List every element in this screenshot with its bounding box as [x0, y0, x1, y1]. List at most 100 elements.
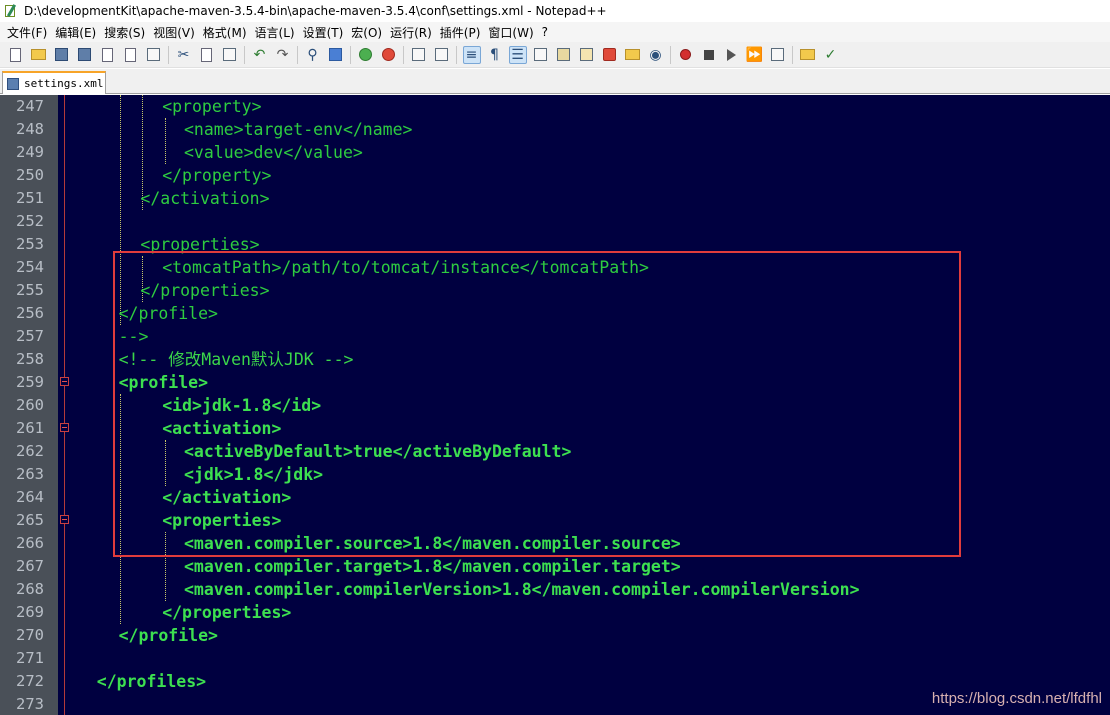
line-number: 253: [16, 235, 44, 253]
word-wrap-button[interactable]: ≡: [462, 45, 481, 64]
menu-macro[interactable]: 宏(O): [347, 24, 386, 41]
macro-record-button[interactable]: [677, 46, 695, 64]
line-number: 270: [16, 626, 44, 644]
macro-run-multiple-button[interactable]: ⏩: [746, 46, 764, 64]
find-button[interactable]: ⚲: [304, 46, 322, 64]
indent-guide-button[interactable]: ☰: [508, 45, 527, 64]
menu-file[interactable]: 文件(F): [3, 24, 51, 41]
code-text: </profiles>: [96, 672, 207, 691]
tab-settings-xml[interactable]: settings.xml: [2, 71, 106, 94]
plugin-icon: [800, 49, 815, 60]
spell-check-button[interactable]: ✓: [822, 46, 840, 64]
paste-icon: [223, 48, 236, 61]
line-number: 273: [16, 695, 44, 713]
pilcrow-icon: ¶: [490, 46, 499, 63]
copy-button[interactable]: [198, 46, 216, 64]
menu-language[interactable]: 语言(L): [251, 24, 299, 41]
zoom-in-icon: [359, 48, 372, 61]
toolbar: ✂ ↶ ↷ ⚲ ≡ ¶ ☰ ◉ ⏩ ✓: [0, 42, 1110, 68]
close-all-button[interactable]: [122, 46, 140, 64]
line-number: 260: [16, 396, 44, 414]
replace-button[interactable]: [327, 46, 345, 64]
macro-save-button[interactable]: [769, 46, 787, 64]
scissors-icon: ✂: [177, 46, 190, 63]
save-all-button[interactable]: [76, 46, 94, 64]
word-wrap-icon: ≡: [465, 46, 478, 63]
window-title: D:\developmentKit\apache-maven-3.5.4-bin…: [24, 4, 607, 18]
monitoring-icon: [625, 49, 640, 60]
line-number: 266: [16, 534, 44, 552]
line-number: 250: [16, 166, 44, 184]
zoom-out-icon: [382, 48, 395, 61]
menu-help[interactable]: ?: [538, 25, 552, 39]
toolbar-separator: [670, 45, 671, 64]
open-folder-icon: [31, 49, 46, 60]
cut-button[interactable]: ✂: [175, 46, 193, 64]
line-number: 269: [16, 603, 44, 621]
line-number: 267: [16, 557, 44, 575]
copy-icon: [201, 47, 212, 62]
code-text: <property>: [162, 97, 262, 116]
watermark: https://blog.csdn.net/lfdfhl: [931, 690, 1102, 707]
macro-play-button[interactable]: [723, 46, 741, 64]
saved-file-icon: [7, 77, 19, 90]
new-file-button[interactable]: [7, 46, 25, 64]
toolbar-separator: [244, 45, 245, 64]
redo-button[interactable]: ↷: [274, 46, 292, 64]
preview-button[interactable]: ◉: [647, 46, 665, 64]
redo-icon: ↷: [276, 46, 289, 63]
sync-horizontal-button[interactable]: [433, 46, 451, 64]
menu-format[interactable]: 格式(M): [199, 24, 251, 41]
folder-as-workspace-button[interactable]: [601, 46, 619, 64]
new-file-icon: [10, 47, 21, 62]
record-icon: [680, 49, 691, 60]
binoculars-icon: ⚲: [307, 46, 318, 63]
menu-search[interactable]: 搜索(S): [100, 24, 149, 41]
zoom-out-button[interactable]: [380, 46, 398, 64]
macro-save-icon: [771, 48, 784, 61]
macro-stop-button[interactable]: [700, 46, 718, 64]
toolbar-separator: [297, 45, 298, 64]
code-line: 269 </properties>: [0, 601, 1110, 624]
code-text: <maven.compiler.compilerVersion>1.8</mav…: [184, 580, 860, 599]
code-text: </activation>: [140, 189, 270, 208]
code-line: 268 <maven.compiler.compilerVersion>1.8</…: [0, 578, 1110, 601]
menu-edit[interactable]: 编辑(E): [51, 24, 100, 41]
sync-vertical-button[interactable]: [410, 46, 428, 64]
line-number: 261: [16, 419, 44, 437]
indent-guide-icon: ☰: [511, 46, 524, 63]
toolbar-separator: [168, 45, 169, 64]
menu-view[interactable]: 视图(V): [149, 24, 199, 41]
show-all-characters-button[interactable]: ¶: [486, 46, 504, 64]
toolbar-separator: [350, 45, 351, 64]
toolbar-separator: [792, 45, 793, 64]
spell-check-icon: ✓: [824, 46, 837, 63]
line-number: 268: [16, 580, 44, 598]
print-button[interactable]: [145, 46, 163, 64]
line-number: 256: [16, 304, 44, 322]
udl-button[interactable]: [532, 46, 550, 64]
doc-map-button[interactable]: [555, 46, 573, 64]
menu-window[interactable]: 窗口(W): [484, 24, 537, 41]
line-number: 262: [16, 442, 44, 460]
paste-button[interactable]: [221, 46, 239, 64]
line-number: 258: [16, 350, 44, 368]
function-list-icon: [580, 48, 593, 61]
monitoring-button[interactable]: [624, 46, 642, 64]
close-button[interactable]: [99, 46, 117, 64]
code-text: </property>: [162, 166, 272, 185]
save-button[interactable]: [53, 46, 71, 64]
zoom-in-button[interactable]: [357, 46, 375, 64]
tab-label: settings.xml: [24, 77, 104, 90]
menu-run[interactable]: 运行(R): [386, 24, 436, 41]
plugin-button[interactable]: [799, 46, 817, 64]
open-file-button[interactable]: [30, 46, 48, 64]
undo-button[interactable]: ↶: [251, 46, 269, 64]
notepad-plus-plus-icon: [4, 4, 18, 18]
tab-bar: settings.xml: [0, 69, 1110, 94]
menu-settings[interactable]: 设置(T): [299, 24, 348, 41]
menu-plugins[interactable]: 插件(P): [436, 24, 485, 41]
sync-horizontal-icon: [435, 48, 448, 61]
function-list-button[interactable]: [578, 46, 596, 64]
line-number: 252: [16, 212, 44, 230]
